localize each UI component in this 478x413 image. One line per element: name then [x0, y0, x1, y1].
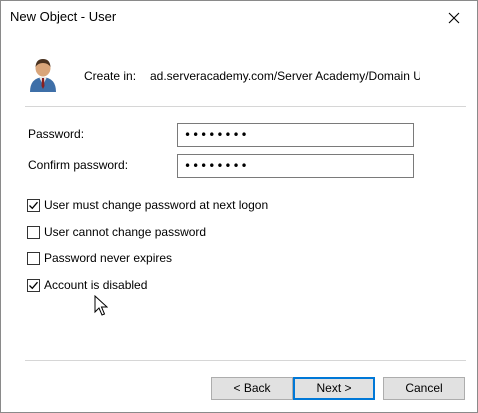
confirm-password-label: Confirm password:: [28, 158, 129, 172]
option-label: Password never expires: [44, 251, 173, 265]
title-bar: New Object - User: [1, 1, 477, 34]
user-icon: [30, 59, 56, 92]
option-cannot-change-password[interactable]: User cannot change password: [27, 224, 206, 240]
password-label: Password:: [28, 127, 85, 141]
checkmark-icon: [29, 201, 38, 209]
next-button[interactable]: Next >: [293, 377, 375, 400]
dialog-content: Create in: ad.serveracademy.com/Server A…: [1, 34, 477, 412]
option-must-change-password[interactable]: User must change password at next logon: [27, 197, 268, 213]
option-password-never-expires[interactable]: Password never expires: [27, 250, 172, 266]
back-button[interactable]: < Back: [211, 377, 293, 400]
checkbox[interactable]: [27, 198, 40, 212]
option-label: User cannot change password: [44, 225, 207, 239]
divider: [25, 106, 466, 107]
divider: [25, 360, 466, 361]
checkbox[interactable]: [27, 251, 40, 265]
checkbox[interactable]: [27, 225, 40, 239]
new-object-user-dialog: New Object - User Create in: ad.serverac…: [0, 0, 478, 413]
mouse-pointer-icon: [94, 295, 108, 316]
create-in-label: Create in:: [84, 69, 137, 83]
option-label: Account is disabled: [44, 278, 148, 292]
create-in-path: ad.serveracademy.com/Server Academy/Doma…: [150, 69, 420, 83]
checkmark-icon: [29, 281, 38, 289]
close-button[interactable]: [431, 1, 477, 34]
confirm-password-field[interactable]: ••••••••: [177, 154, 414, 178]
cancel-button[interactable]: Cancel: [383, 377, 465, 400]
checkbox[interactable]: [27, 278, 40, 292]
password-field[interactable]: ••••••••: [177, 123, 414, 147]
option-label: User must change password at next logon: [44, 198, 269, 212]
option-account-disabled[interactable]: Account is disabled: [27, 277, 147, 293]
close-icon: [448, 12, 460, 23]
window-title: New Object - User: [10, 9, 117, 24]
